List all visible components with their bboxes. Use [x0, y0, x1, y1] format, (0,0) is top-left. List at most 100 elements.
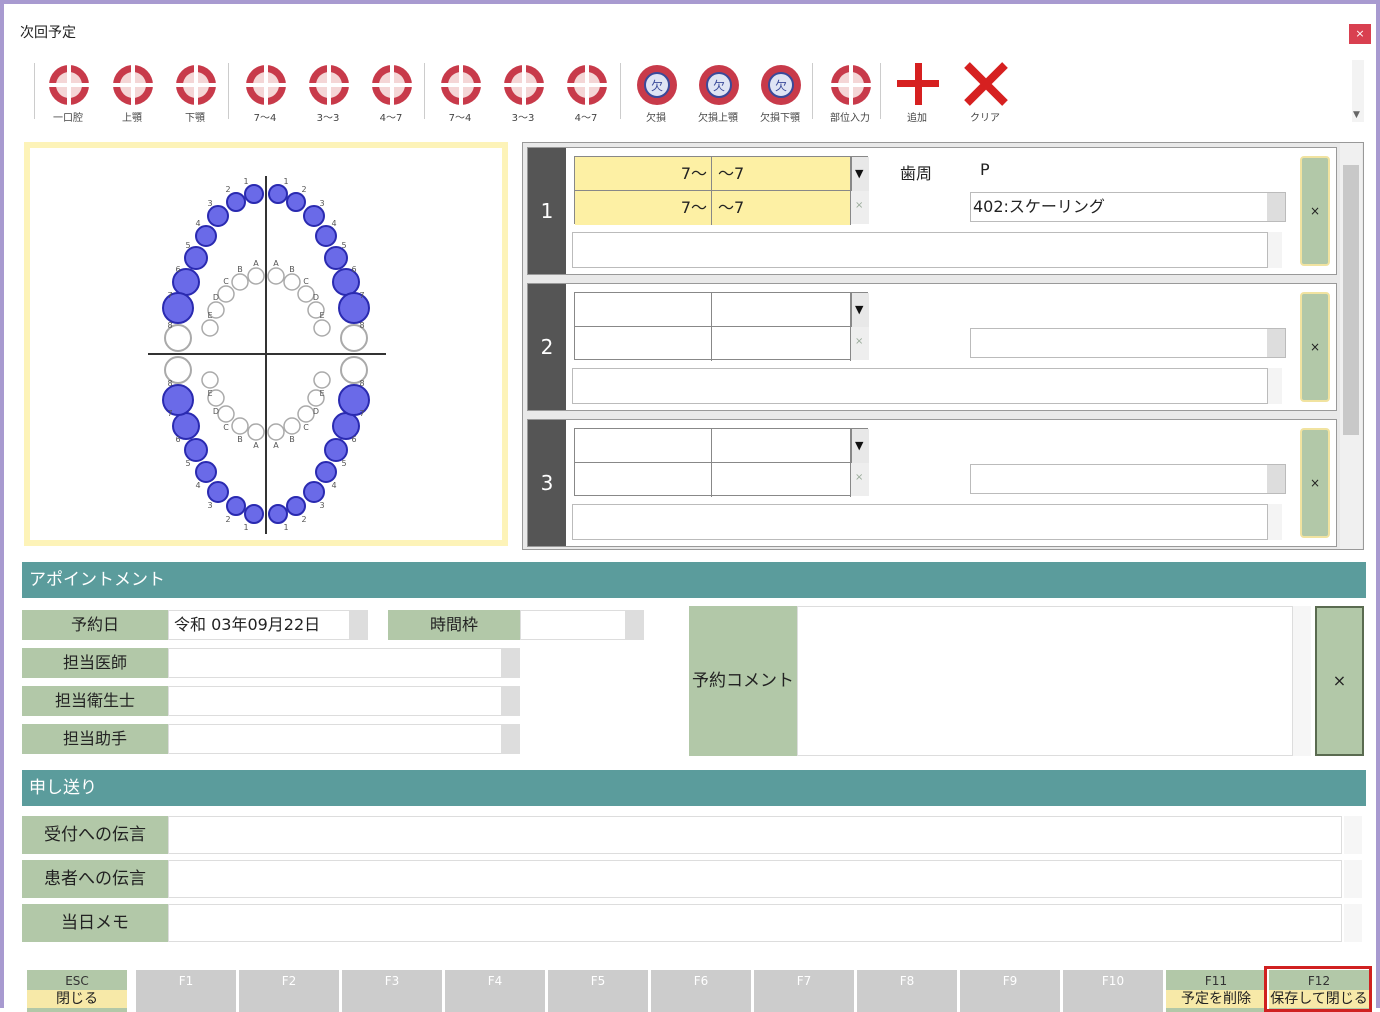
primary-tooth-letter[interactable]: E: [207, 389, 212, 398]
prescription-memo-scrollbar[interactable]: [1268, 232, 1282, 268]
tooth-range[interactable]: ▼ ×: [574, 292, 869, 361]
primary-tooth-letter[interactable]: D: [213, 293, 219, 302]
tooth-upper[interactable]: [226, 192, 246, 212]
tooth-upper[interactable]: [286, 192, 306, 212]
primary-tooth-letter[interactable]: E: [207, 311, 212, 320]
fkey-f10[interactable]: F10: [1063, 970, 1163, 1012]
range-bottom-right[interactable]: [712, 463, 851, 497]
patient-message-scrollbar[interactable]: [1344, 860, 1362, 898]
tooth-chart[interactable]: 1 1 1 1 2 2 2 2 3 3 3 3 4 4 4 4 5 5 5 5 6 6 6 6 7 7 7 7 8 8 8 8 A A A A B B B B…: [24, 142, 508, 546]
tooth-number[interactable]: 1: [283, 177, 288, 186]
fkey-f2[interactable]: F2: [239, 970, 339, 1012]
patient-message-input[interactable]: [168, 860, 1342, 898]
prescription-memo-scrollbar[interactable]: [1268, 368, 1282, 404]
primary-tooth-letter[interactable]: A: [273, 441, 279, 450]
tooth-lower[interactable]: [195, 461, 217, 483]
range-top-right[interactable]: ～7: [712, 157, 851, 191]
fkey-f9[interactable]: F9: [960, 970, 1060, 1012]
tooth-upper[interactable]: [268, 184, 288, 204]
scroll-thumb[interactable]: [1343, 165, 1359, 435]
prescription-memo-input[interactable]: [572, 368, 1268, 404]
tooth-number[interactable]: 2: [225, 185, 230, 194]
primary-tooth-lower[interactable]: [297, 405, 315, 423]
tooth-upper[interactable]: [324, 246, 348, 270]
primary-tooth-letter[interactable]: B: [237, 265, 243, 274]
prescription-memo-scrollbar[interactable]: [1268, 504, 1282, 540]
tooth-lower[interactable]: [303, 481, 325, 503]
toolbar-button-1[interactable]: 上顎: [102, 59, 162, 124]
tooth-number[interactable]: 1: [243, 523, 248, 532]
toolbar-button-13[interactable]: 追加: [887, 59, 947, 124]
range-top-right[interactable]: [712, 293, 851, 327]
range-clear-button[interactable]: ×: [851, 327, 869, 360]
primary-tooth-upper[interactable]: [231, 273, 249, 291]
fkey-f7[interactable]: F7: [754, 970, 854, 1012]
reception-message-input[interactable]: [168, 816, 1342, 854]
fkey-f11[interactable]: F11 予定を削除: [1166, 970, 1266, 1012]
range-dropdown-button[interactable]: ▼: [851, 429, 869, 463]
tooth-range[interactable]: ▼ ×: [574, 428, 869, 497]
range-bottom-right[interactable]: ～7: [712, 191, 851, 225]
primary-tooth-letter[interactable]: A: [253, 259, 259, 268]
close-button[interactable]: ×: [1349, 24, 1371, 44]
toolbar-button-0[interactable]: 一口腔: [38, 59, 98, 124]
toolbar-button-9[interactable]: 欠欠損: [626, 59, 686, 124]
primary-tooth-lower[interactable]: [217, 405, 235, 423]
tooth-number[interactable]: 3: [207, 501, 212, 510]
prescription-memo-input[interactable]: [572, 504, 1268, 540]
tooth-number[interactable]: 3: [319, 199, 324, 208]
prescription-memo-input[interactable]: [572, 232, 1268, 268]
toolbar-button-4[interactable]: 3～3: [298, 59, 358, 124]
tooth-number[interactable]: 2: [225, 515, 230, 524]
primary-tooth-upper[interactable]: [313, 319, 331, 337]
prescription-scrollbar[interactable]: [1340, 143, 1362, 549]
range-dropdown-button[interactable]: ▼: [851, 293, 869, 327]
tooth-lower[interactable]: [268, 504, 288, 524]
tooth-number[interactable]: 6: [351, 265, 356, 274]
primary-tooth-upper[interactable]: [297, 285, 315, 303]
toolbar-button-12[interactable]: 部位入力: [820, 59, 880, 124]
delete-prescription-button[interactable]: ×: [1300, 156, 1330, 266]
tooth-number[interactable]: 1: [243, 177, 248, 186]
toolbar-button-10[interactable]: 欠欠損上顎: [688, 59, 748, 124]
range-clear-button[interactable]: ×: [851, 191, 869, 224]
treatment-select[interactable]: [970, 328, 1286, 358]
tooth-number[interactable]: 8: [359, 321, 364, 330]
tooth-number[interactable]: 1: [283, 523, 288, 532]
range-bottom-left[interactable]: [575, 463, 712, 497]
toolbar-button-6[interactable]: 7～4: [430, 59, 490, 124]
range-top-right[interactable]: [712, 429, 851, 463]
tooth-number[interactable]: 6: [175, 265, 180, 274]
primary-tooth-letter[interactable]: D: [313, 293, 319, 302]
tooth-number[interactable]: 5: [185, 241, 190, 250]
tooth-number[interactable]: 3: [319, 501, 324, 510]
tooth-number[interactable]: 7: [359, 409, 364, 418]
comment-scrollbar[interactable]: [1293, 606, 1311, 756]
tooth-upper[interactable]: [303, 205, 325, 227]
tooth-number[interactable]: 8: [359, 379, 364, 388]
tooth-upper[interactable]: [207, 205, 229, 227]
primary-tooth-letter[interactable]: C: [303, 277, 309, 286]
tooth-upper[interactable]: [184, 246, 208, 270]
tooth-lower[interactable]: [226, 496, 246, 516]
fkey-f1[interactable]: F1: [136, 970, 236, 1012]
hygienist-select[interactable]: [168, 686, 520, 716]
range-dropdown-button[interactable]: ▼: [851, 157, 869, 191]
tooth-number[interactable]: 7: [167, 409, 172, 418]
date-field[interactable]: 令和 03年09月22日: [168, 610, 368, 640]
primary-tooth-letter[interactable]: B: [237, 435, 243, 444]
toolbar-scroll[interactable]: ▼: [1352, 60, 1364, 122]
tooth-number[interactable]: 4: [331, 219, 336, 228]
tooth-range[interactable]: 7～ ～7 7～ ～7 ▼ ×: [574, 156, 869, 225]
tooth-number[interactable]: 2: [301, 515, 306, 524]
primary-tooth-lower[interactable]: [231, 417, 249, 435]
tooth-lower[interactable]: [286, 496, 306, 516]
fkey-f3[interactable]: F3: [342, 970, 442, 1012]
range-top-left[interactable]: [575, 293, 712, 327]
primary-tooth-lower[interactable]: [313, 371, 331, 389]
tooth-lower[interactable]: [207, 481, 229, 503]
range-bottom-right[interactable]: [712, 327, 851, 361]
primary-tooth-letter[interactable]: C: [223, 423, 229, 432]
primary-tooth-lower[interactable]: [283, 417, 301, 435]
range-bottom-left[interactable]: 7～: [575, 191, 712, 225]
